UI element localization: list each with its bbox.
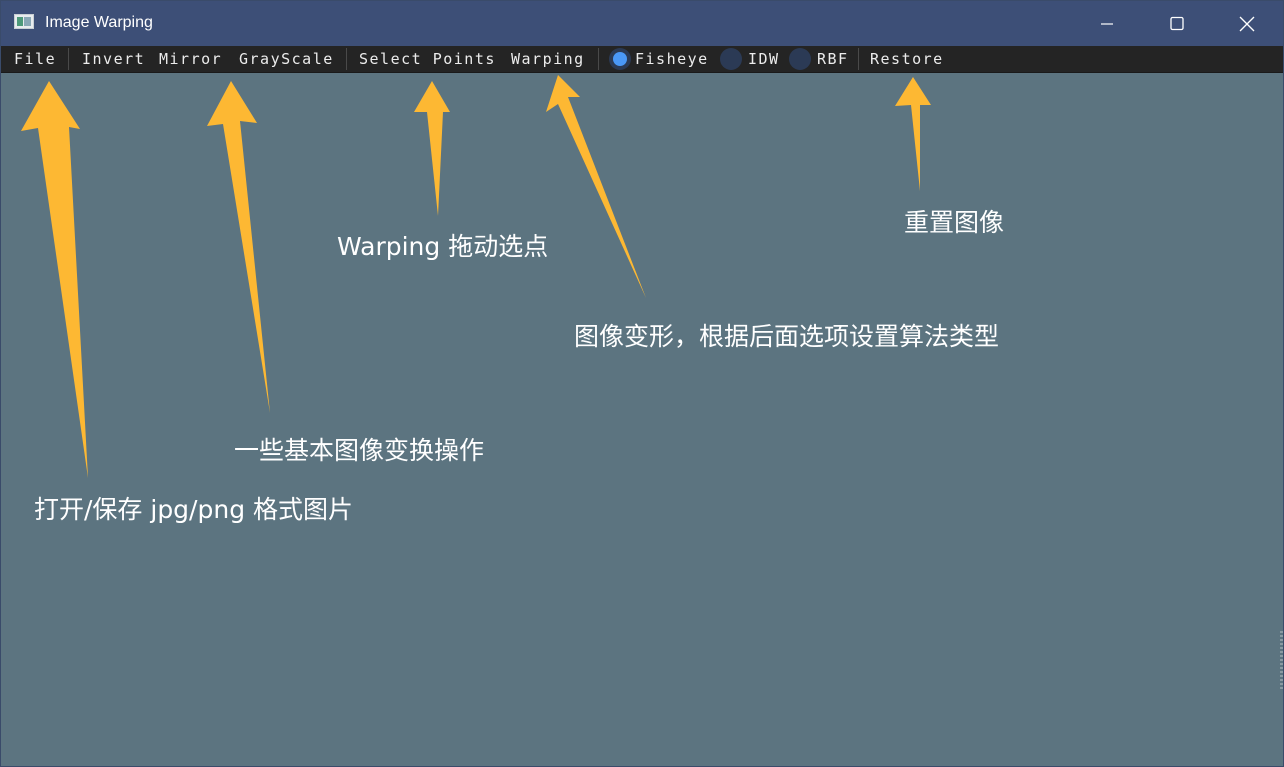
arrow-up-icon (546, 75, 646, 298)
resize-grip[interactable] (1280, 631, 1283, 691)
arrow-up-icon (207, 81, 270, 413)
restore-annotation: 重置图像 (904, 208, 1005, 237)
arrow-up-icon (895, 77, 931, 191)
warping-annotation: 图像变形，根据后面选项设置算法类型 (574, 322, 1000, 351)
arrow-up-icon (414, 81, 450, 216)
app-window: Image Warping File Invert Mirror GraySca… (0, 0, 1284, 767)
select-points-annotation: Warping 拖动选点 (337, 232, 549, 261)
annotation-arrows (21, 75, 931, 478)
arrow-up-icon (21, 81, 88, 478)
file-annotation: 打开/保存 jpg/png 格式图片 (34, 495, 354, 524)
basic-ops-annotation: 一些基本图像变换操作 (234, 436, 485, 465)
